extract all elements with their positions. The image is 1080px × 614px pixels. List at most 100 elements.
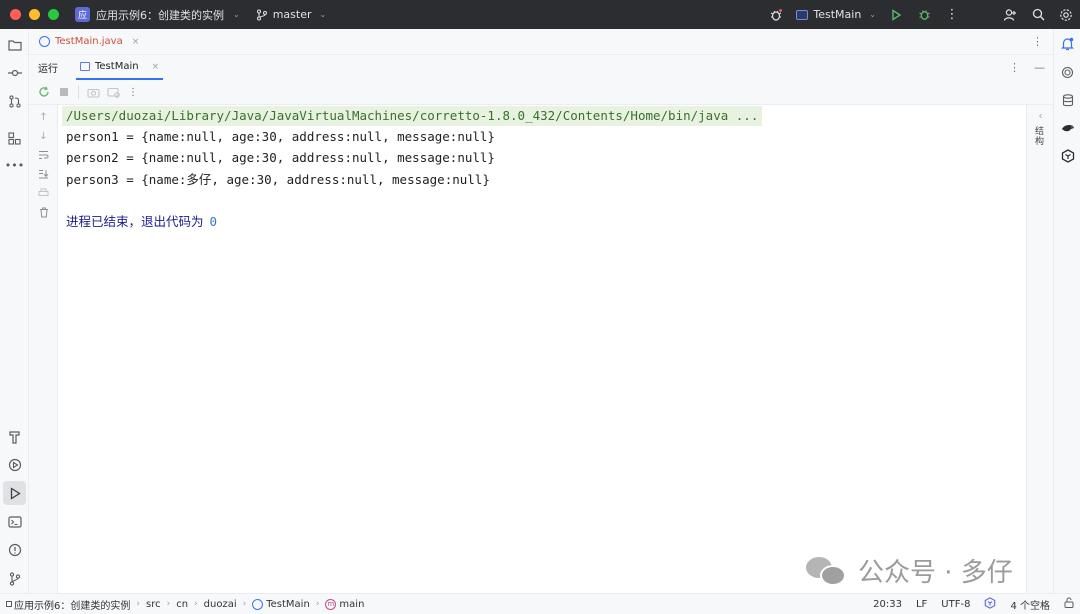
run-toolbar: ⋮ xyxy=(29,80,1053,105)
console-command-line[interactable]: /Users/duozai/Library/Java/JavaVirtualMa… xyxy=(62,106,763,126)
run-tab-testmain[interactable]: TestMain × xyxy=(76,55,164,80)
run-configuration-selector[interactable]: TestMain ⌄ xyxy=(796,8,876,21)
debug-icon[interactable] xyxy=(910,0,938,29)
plugin-bird-icon[interactable] xyxy=(1054,116,1080,140)
restore-layout-icon[interactable] xyxy=(103,82,123,102)
zoom-window-button[interactable] xyxy=(48,9,59,20)
notifications-bell-icon[interactable] xyxy=(1054,32,1080,56)
services-icon[interactable] xyxy=(0,453,29,477)
more-options-icon[interactable]: ⋮ xyxy=(1009,61,1020,74)
module-icon xyxy=(6,601,12,607)
line-ending[interactable]: LF xyxy=(916,599,927,610)
console-right-gutter: ‹ 结构 xyxy=(1026,105,1053,593)
editor-tab-testmain[interactable]: TestMain.java × xyxy=(39,36,139,47)
project-name: 应用示例6：创建类的实例 xyxy=(96,8,224,22)
more-options-icon[interactable]: ⋮ xyxy=(1032,35,1043,48)
minimize-panel-icon[interactable]: — xyxy=(1034,61,1045,74)
window-controls xyxy=(10,9,59,20)
exit-text: 进程已结束，退出代码为 xyxy=(66,214,204,229)
method-icon: m xyxy=(325,598,337,610)
branch-name: master xyxy=(272,8,312,21)
breadcrumb-item[interactable]: TestMain xyxy=(266,599,310,610)
run-tool-window-icon[interactable] xyxy=(3,481,26,505)
indent-setting[interactable]: 4 个空格 xyxy=(1010,597,1050,612)
project-folder-icon[interactable] xyxy=(0,33,29,57)
watermark: 公众号 · 多仔 xyxy=(806,552,1013,589)
console-output[interactable]: /Users/duozai/Library/Java/JavaVirtualMa… xyxy=(58,105,1026,593)
add-user-icon[interactable] xyxy=(996,0,1024,29)
more-options-icon[interactable]: ⋮ xyxy=(938,0,966,29)
chevron-down-icon: ⌄ xyxy=(319,10,327,19)
run-tab-label: TestMain xyxy=(95,61,139,72)
chevron-down-icon: ⌄ xyxy=(869,10,876,19)
close-tab-icon[interactable]: × xyxy=(152,62,160,72)
run-config-name: TestMain xyxy=(813,8,862,21)
stop-icon[interactable] xyxy=(54,82,74,102)
build-hammer-icon[interactable] xyxy=(0,425,29,449)
chevron-right-icon: › xyxy=(166,599,171,609)
structure-side-tab[interactable]: 结构 xyxy=(1035,127,1046,147)
left-tool-strip: ••• xyxy=(0,29,29,593)
scroll-down-icon[interactable]: ↓ xyxy=(29,127,58,145)
chevron-right-icon: › xyxy=(242,599,247,609)
run-panel-header: 运行 TestMain × ⋮ — xyxy=(29,55,1053,80)
minimize-window-button[interactable] xyxy=(29,9,40,20)
console-line: person2 = {name:null, age:30, address:nu… xyxy=(66,150,495,165)
breadcrumb-item[interactable]: src xyxy=(146,599,161,610)
more-options-icon[interactable]: ⋮ xyxy=(123,82,143,102)
more-tools-icon[interactable]: ••• xyxy=(0,153,29,177)
structure-icon[interactable] xyxy=(0,126,29,150)
breadcrumb: 应用示例6：创建类的实例 › src › cn › duozai › TestM… xyxy=(6,597,364,612)
caret-position[interactable]: 20:33 xyxy=(873,599,902,610)
project-selector[interactable]: 应 应用示例6：创建类的实例 ⌄ xyxy=(75,7,240,23)
run-config-icon xyxy=(796,9,809,20)
run-icon[interactable] xyxy=(882,0,910,29)
close-window-button[interactable] xyxy=(10,9,21,20)
problems-icon[interactable] xyxy=(0,538,29,562)
lock-icon[interactable] xyxy=(1064,597,1074,611)
file-encoding[interactable]: UTF-8 xyxy=(941,599,970,610)
chevron-right-icon: › xyxy=(194,599,198,609)
breadcrumb-item[interactable]: main xyxy=(339,599,364,610)
title-bar: 应 应用示例6：创建类的实例 ⌄ master ⌄ TestMain ⌄ ⋮ xyxy=(0,0,1080,29)
scroll-to-end-icon[interactable] xyxy=(29,165,58,183)
camera-icon[interactable] xyxy=(83,82,103,102)
git-icon[interactable] xyxy=(0,567,29,591)
chevron-down-icon: ⌄ xyxy=(233,10,240,19)
clear-trash-icon[interactable] xyxy=(29,203,58,221)
exit-code: 0 xyxy=(209,214,218,229)
breadcrumb-item[interactable]: cn xyxy=(176,599,188,610)
ai-assistant-icon[interactable] xyxy=(1054,60,1080,84)
java-class-icon xyxy=(39,36,50,47)
run-side-toolbar: ↑ ↓ xyxy=(29,105,58,593)
status-bar: 应用示例6：创建类的实例 › src › cn › duozai › TestM… xyxy=(0,593,1080,614)
console-line: person1 = {name:null, age:30, address:nu… xyxy=(66,129,495,144)
breadcrumb-item[interactable]: duozai xyxy=(204,599,237,610)
editor-tab-bar: TestMain.java × ⋮ xyxy=(29,29,1053,55)
project-badge: 应 xyxy=(75,7,90,22)
debug-bug-icon[interactable] xyxy=(762,0,790,29)
chevron-right-icon: › xyxy=(136,599,140,609)
rerun-icon[interactable] xyxy=(34,82,54,102)
copilot-icon[interactable] xyxy=(1054,144,1080,168)
copilot-status-icon[interactable] xyxy=(984,596,996,612)
commit-icon[interactable] xyxy=(0,61,29,85)
git-branch-icon xyxy=(256,9,267,20)
console-line: person3 = {name:多仔, age:30, address:null… xyxy=(66,172,490,187)
pull-requests-icon[interactable] xyxy=(0,89,29,113)
java-class-icon xyxy=(252,598,264,610)
settings-gear-icon[interactable] xyxy=(1052,0,1080,29)
soft-wrap-icon[interactable] xyxy=(29,146,58,164)
breadcrumb-item[interactable]: 应用示例6：创建类的实例 xyxy=(14,597,130,612)
database-icon[interactable] xyxy=(1054,88,1080,112)
branch-selector[interactable]: master ⌄ xyxy=(256,8,327,21)
print-icon[interactable] xyxy=(29,184,58,202)
close-tab-icon[interactable]: × xyxy=(132,37,140,47)
wechat-logo-icon xyxy=(806,555,848,587)
run-config-icon xyxy=(80,62,90,71)
scroll-up-icon[interactable]: ↑ xyxy=(29,108,58,126)
editor-tab-label: TestMain.java xyxy=(55,36,123,47)
search-icon[interactable] xyxy=(1024,0,1052,29)
terminal-icon[interactable] xyxy=(0,510,29,534)
chevron-left-icon[interactable]: ‹ xyxy=(1027,111,1054,122)
